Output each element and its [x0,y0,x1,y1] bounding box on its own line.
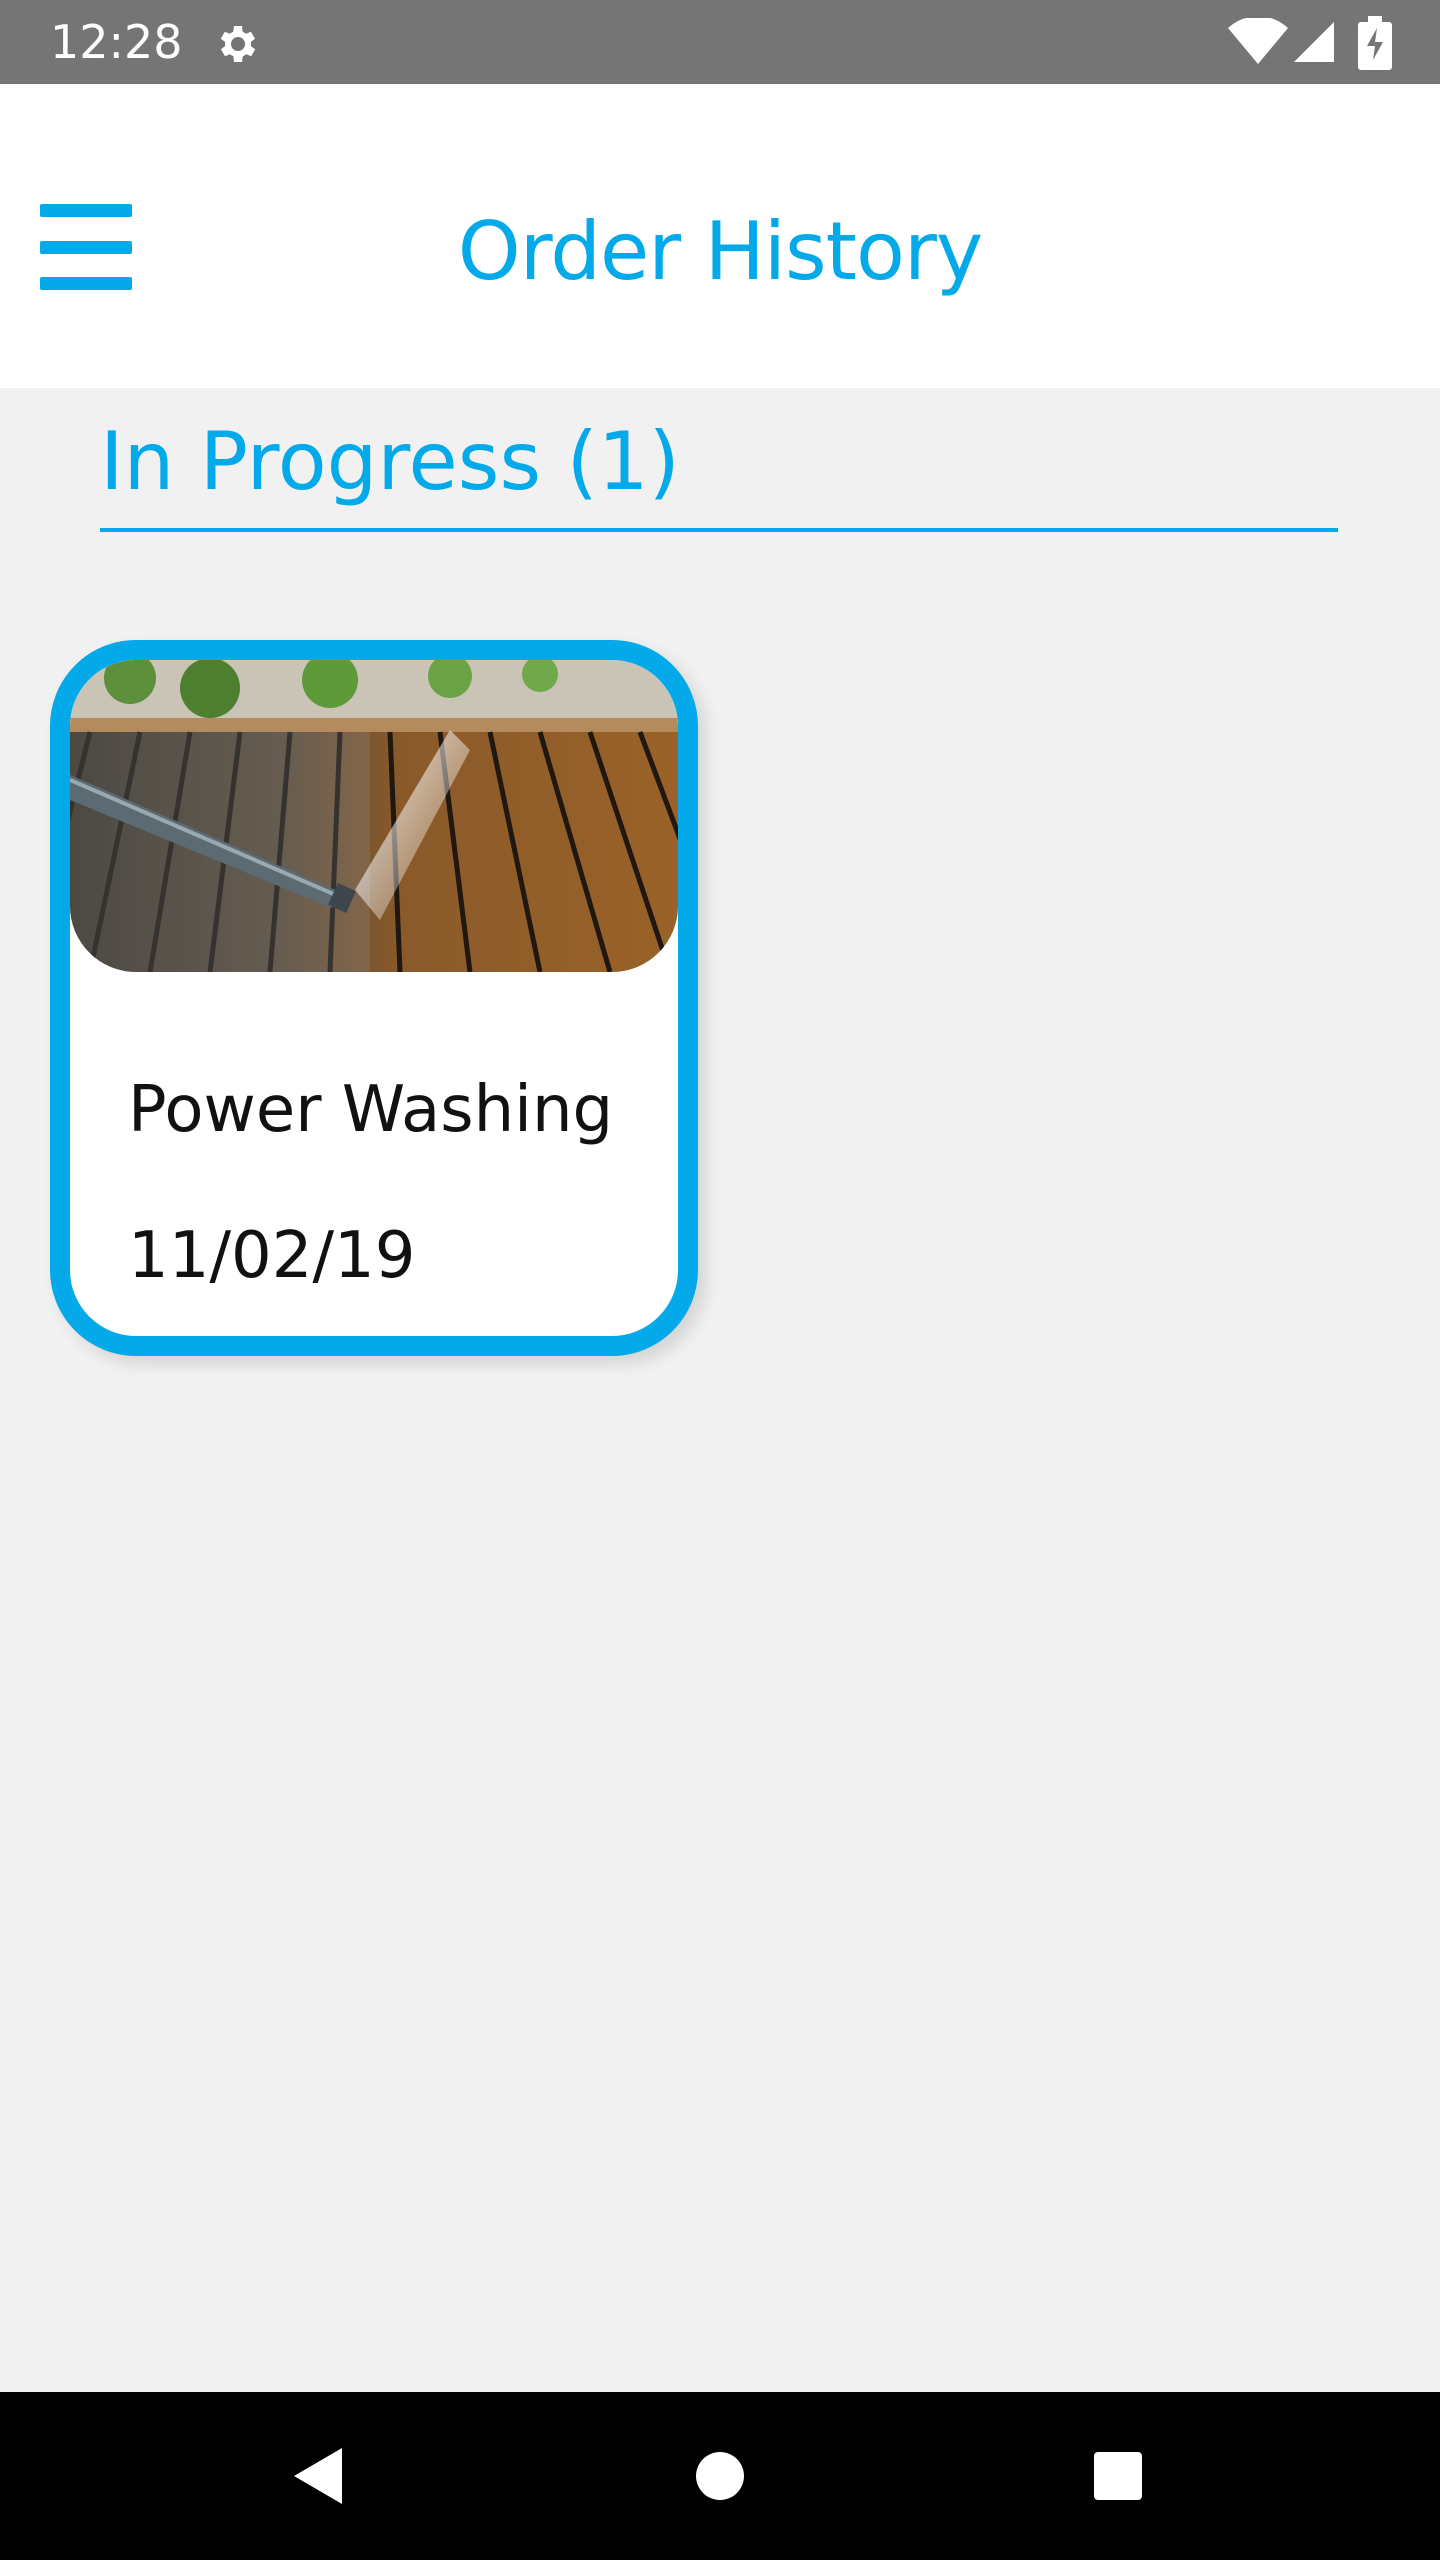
app-bar: Order History [0,84,1440,388]
system-nav-bar [0,2392,1440,2560]
power-washing-photo [70,660,678,972]
order-title: Power Washing [128,1073,614,1147]
home-icon[interactable] [694,2450,746,2502]
recent-apps-icon[interactable] [1092,2450,1144,2502]
battery-charging-icon [1358,16,1392,70]
tab-label: In Progress (1) [100,415,680,508]
order-date: 11/02/19 [128,1219,416,1293]
back-icon[interactable] [290,2444,346,2508]
order-image [70,660,678,972]
order-card[interactable]: Power Washing 11/02/19 [50,640,698,1356]
gear-icon [220,26,256,62]
cell-signal-icon [1294,22,1334,62]
wifi-icon [1228,18,1288,64]
tab-in-progress[interactable]: In Progress (1) [100,412,1338,532]
page-title: Order History [457,205,983,298]
status-time: 12:28 [50,15,183,69]
status-bar: 12:28 [0,0,1440,84]
